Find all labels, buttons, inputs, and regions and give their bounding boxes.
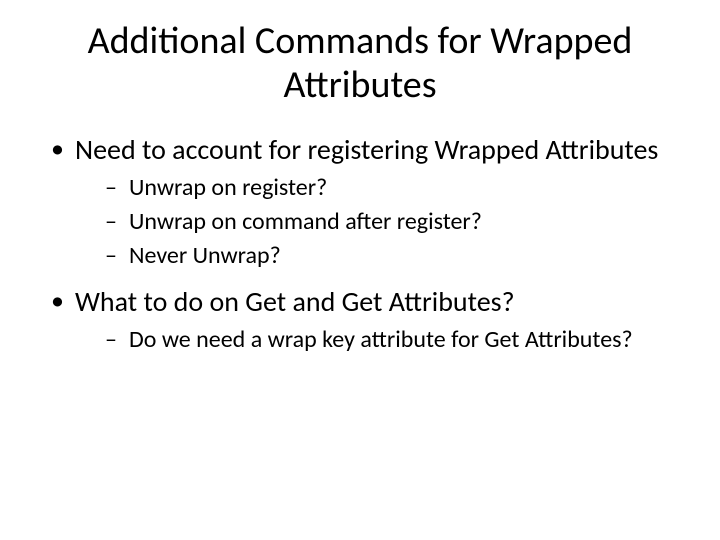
slide: Additional Commands for Wrapped Attribut… — [0, 0, 720, 540]
sub-bullet-list: Unwrap on register? Unwrap on command af… — [75, 173, 675, 271]
bullet-text: Unwrap on register? — [129, 173, 327, 202]
slide-title: Additional Commands for Wrapped Attribut… — [45, 20, 675, 107]
bullet-text: Never Unwrap? — [129, 241, 281, 270]
bullet-text: Do we need a wrap key attribute for Get … — [129, 325, 633, 354]
list-item: Unwrap on command after register? — [75, 207, 675, 237]
list-item: Unwrap on register? — [75, 173, 675, 203]
bullet-text: What to do on Get and Get Attributes? — [75, 284, 515, 319]
list-item: Never Unwrap? — [75, 241, 675, 271]
list-item: Need to account for registering Wrapped … — [45, 133, 675, 271]
bullet-text: Need to account for registering Wrapped … — [75, 132, 658, 167]
bullet-list: Need to account for registering Wrapped … — [45, 133, 675, 354]
list-item: What to do on Get and Get Attributes? Do… — [45, 285, 675, 355]
bullet-text: Unwrap on command after register? — [129, 207, 482, 236]
sub-bullet-list: Do we need a wrap key attribute for Get … — [75, 325, 675, 355]
list-item: Do we need a wrap key attribute for Get … — [75, 325, 675, 355]
